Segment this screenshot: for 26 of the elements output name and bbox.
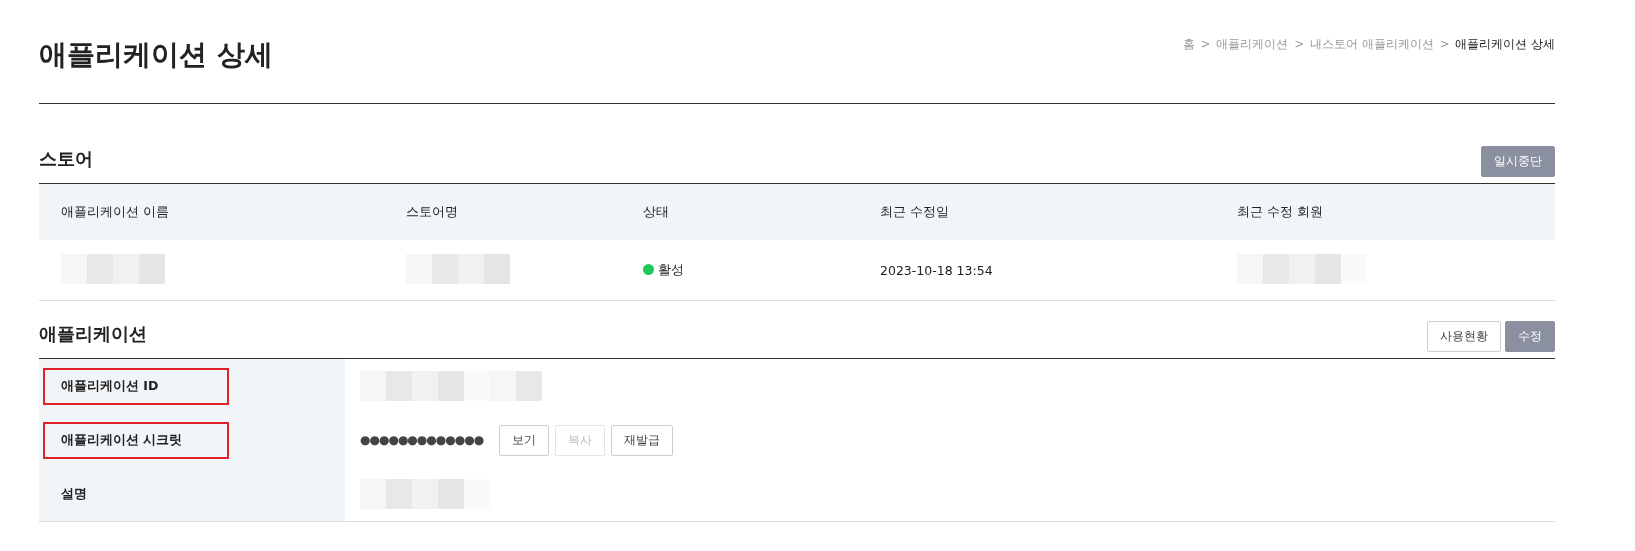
breadcrumb-item[interactable]: 내스토어 애플리케이션 [1310, 37, 1434, 52]
action-button[interactable]: 사용현황 [1427, 321, 1501, 352]
page-title: 애플리케이션 상세 [39, 37, 273, 73]
status-text: 활성 [658, 261, 684, 277]
field-label: 애플리케이션 시크릿 [43, 421, 229, 459]
column-header: 스토어명 [384, 183, 621, 240]
field-label: 설명 [60, 484, 88, 503]
breadcrumb-separator: > [1200, 37, 1211, 52]
breadcrumb-item: 애플리케이션 상세 [1455, 37, 1555, 52]
section-heading: 애플리케이션 [39, 322, 147, 346]
column-header: 상태 [621, 183, 858, 240]
breadcrumb-item[interactable]: 홈 [1182, 37, 1195, 52]
masked-secret: ●●●●●●●●●●●●● [360, 433, 484, 447]
breadcrumb-item[interactable]: 애플리케이션 [1216, 37, 1289, 52]
breadcrumb-separator: > [1294, 37, 1305, 52]
column-header: 최근 수정 회원 [1215, 183, 1555, 240]
section-heading: 스토어 [39, 147, 93, 171]
action-button[interactable]: 재발급 [611, 424, 674, 456]
action-button[interactable]: 수정 [1505, 321, 1555, 352]
field-label: 애플리케이션 ID [43, 367, 229, 405]
column-header: 최근 수정일 [858, 183, 1215, 240]
column-header: 애플리케이션 이름 [39, 183, 384, 240]
breadcrumb-separator: > [1439, 37, 1450, 52]
table-cell: 2023-10-18 13:54 [880, 262, 993, 278]
action-button[interactable]: 일시중단 [1481, 146, 1555, 177]
action-button[interactable]: 보기 [499, 424, 550, 456]
